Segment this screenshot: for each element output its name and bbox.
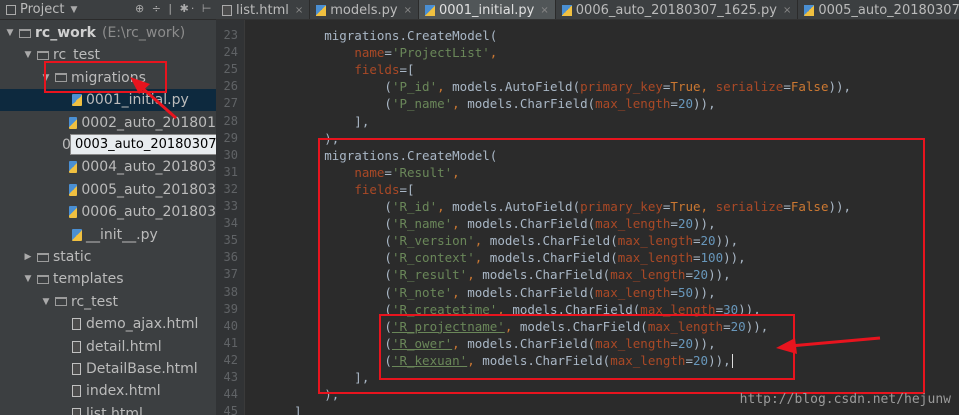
annotation-arrows bbox=[130, 77, 881, 354]
arrow-to-new-fields bbox=[776, 336, 881, 354]
watermark: http://blog.csdn.net/hejunw bbox=[739, 392, 951, 407]
arrow-to-migrations bbox=[130, 77, 177, 120]
